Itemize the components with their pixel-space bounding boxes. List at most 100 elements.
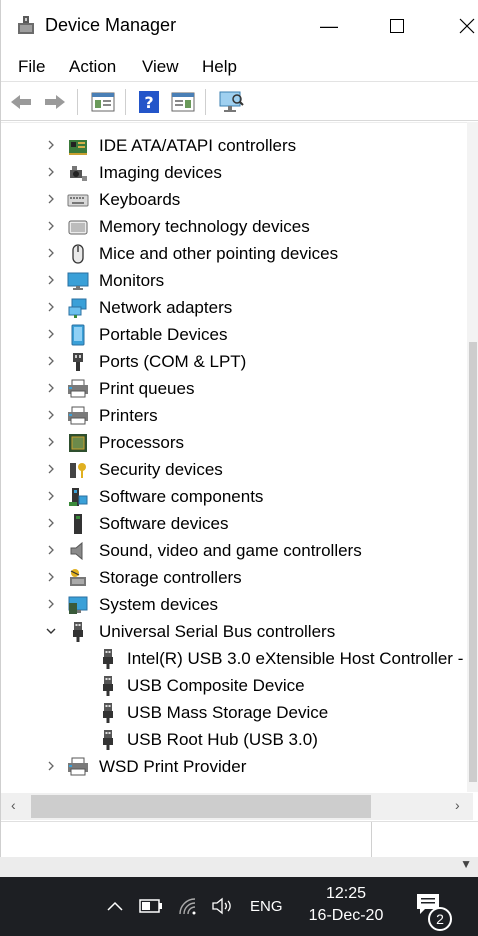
print-queue-icon bbox=[67, 378, 89, 400]
tree-category-item[interactable]: WSD Print Provider bbox=[1, 753, 471, 780]
clock-time: 12:25 bbox=[325, 885, 367, 902]
tree-item-label: USB Mass Storage Device bbox=[127, 703, 329, 722]
forward-arrow-icon bbox=[45, 95, 65, 109]
expand-chevron-icon[interactable] bbox=[45, 596, 57, 612]
expand-chevron-icon[interactable] bbox=[45, 434, 57, 450]
expand-chevron-icon[interactable] bbox=[45, 272, 57, 288]
close-button[interactable] bbox=[437, 0, 478, 52]
tree-device-item[interactable]: USB Mass Storage Device bbox=[1, 699, 471, 726]
tree-item-label: Universal Serial Bus controllers bbox=[99, 622, 336, 641]
vertical-scrollbar[interactable] bbox=[467, 122, 478, 792]
security-key-icon bbox=[67, 459, 89, 481]
expand-chevron-icon[interactable] bbox=[45, 299, 57, 315]
tree-category-item[interactable]: Sound, video and game controllers bbox=[1, 537, 471, 564]
maximize-icon bbox=[390, 19, 404, 33]
show-hidden-icons-button[interactable] bbox=[104, 895, 126, 917]
storage-controller-icon bbox=[67, 567, 89, 589]
tree-category-item[interactable]: Storage controllers bbox=[1, 564, 471, 591]
window-title: Device Manager bbox=[45, 15, 177, 35]
expand-chevron-icon[interactable] bbox=[45, 461, 57, 477]
expand-chevron-icon[interactable] bbox=[45, 191, 57, 207]
tree-category-item[interactable]: Keyboards bbox=[1, 186, 471, 213]
menu-bar: File Action View Help bbox=[1, 52, 478, 82]
menu-file[interactable]: File bbox=[18, 57, 45, 77]
expand-chevron-icon[interactable] bbox=[45, 164, 57, 180]
tree-item-label: WSD Print Provider bbox=[99, 757, 247, 776]
expand-chevron-icon[interactable] bbox=[45, 542, 57, 558]
horizontal-scrollbar[interactable]: ‹ › bbox=[1, 793, 473, 820]
device-manager-app-icon bbox=[18, 16, 34, 34]
tree-category-item[interactable]: Imaging devices bbox=[1, 159, 471, 186]
tree-item-label: Printers bbox=[99, 406, 158, 425]
title-bar[interactable]: Device Manager — bbox=[1, 0, 478, 52]
tree-category-item[interactable]: Print queues bbox=[1, 375, 471, 402]
tree-category-item[interactable]: Portable Devices bbox=[1, 321, 471, 348]
usb-plug-icon bbox=[97, 729, 119, 751]
scroll-down-icon[interactable]: ▼ bbox=[460, 857, 472, 871]
tree-category-item[interactable]: Ports (COM & LPT) bbox=[1, 348, 471, 375]
device-manager-window: Device Manager — File Action View Help ? bbox=[0, 0, 478, 858]
status-bar bbox=[1, 821, 478, 858]
menu-view[interactable]: View bbox=[142, 57, 179, 77]
speaker-volume-icon bbox=[212, 897, 231, 915]
expand-chevron-icon[interactable] bbox=[45, 326, 57, 342]
tree-device-item[interactable]: USB Composite Device bbox=[1, 672, 471, 699]
wifi-button[interactable] bbox=[176, 895, 200, 917]
back-button[interactable] bbox=[7, 89, 35, 115]
tree-category-item[interactable]: Network adapters bbox=[1, 294, 471, 321]
expand-chevron-icon[interactable] bbox=[45, 218, 57, 234]
toolbar-separator bbox=[77, 89, 78, 115]
scroll-right-icon[interactable]: › bbox=[455, 797, 460, 813]
properties-button[interactable] bbox=[89, 89, 117, 115]
tree-category-item[interactable]: Processors bbox=[1, 429, 471, 456]
vertical-scroll-thumb[interactable] bbox=[469, 342, 477, 782]
minimize-button[interactable]: — bbox=[299, 0, 359, 52]
tree-item-label: Ports (COM & LPT) bbox=[99, 352, 247, 371]
tree-device-item[interactable]: Intel(R) USB 3.0 eXtensible Host Control… bbox=[1, 645, 478, 672]
expand-chevron-icon[interactable] bbox=[45, 758, 57, 774]
camera-icon bbox=[67, 162, 89, 184]
help-button[interactable]: ? bbox=[135, 89, 163, 115]
device-tree[interactable]: IDE ATA/ATAPI controllers Imaging devices… bbox=[1, 122, 478, 792]
expand-chevron-icon[interactable] bbox=[45, 137, 57, 153]
expand-chevron-icon[interactable] bbox=[45, 353, 57, 369]
volume-button[interactable] bbox=[210, 895, 236, 917]
collapse-chevron-icon[interactable] bbox=[45, 623, 57, 639]
expand-chevron-icon[interactable] bbox=[45, 488, 57, 504]
tree-item-label: USB Composite Device bbox=[127, 676, 305, 695]
horizontal-scroll-thumb[interactable] bbox=[31, 795, 371, 818]
tree-category-item[interactable]: Universal Serial Bus controllers bbox=[1, 618, 471, 645]
tree-category-item[interactable]: IDE ATA/ATAPI controllers bbox=[1, 132, 471, 159]
tree-category-item[interactable]: Software devices bbox=[1, 510, 471, 537]
forward-button[interactable] bbox=[41, 89, 69, 115]
software-device-icon bbox=[67, 513, 89, 535]
tree-item-label: System devices bbox=[99, 595, 219, 614]
expand-chevron-icon[interactable] bbox=[45, 515, 57, 531]
maximize-button[interactable] bbox=[367, 0, 427, 52]
scan-hardware-button[interactable] bbox=[217, 89, 245, 115]
tree-device-item[interactable]: USB Root Hub (USB 3.0) bbox=[1, 726, 471, 753]
tree-item-label: Keyboards bbox=[99, 190, 181, 209]
input-language-indicator[interactable]: ENG bbox=[250, 898, 283, 915]
clock[interactable]: 12:25 16-Dec-20 bbox=[300, 883, 392, 927]
update-driver-button[interactable] bbox=[169, 89, 197, 115]
scroll-left-icon[interactable]: ‹ bbox=[11, 797, 16, 813]
processor-icon bbox=[67, 432, 89, 454]
update-driver-panel-icon bbox=[171, 92, 195, 112]
tree-category-item[interactable]: Memory technology devices bbox=[1, 213, 471, 240]
battery-button[interactable] bbox=[138, 895, 164, 917]
tree-category-item[interactable]: Mice and other pointing devices bbox=[1, 240, 471, 267]
tree-category-item[interactable]: Monitors bbox=[1, 267, 471, 294]
tree-item-label: IDE ATA/ATAPI controllers bbox=[99, 136, 297, 155]
menu-help[interactable]: Help bbox=[202, 57, 237, 77]
expand-chevron-icon[interactable] bbox=[45, 569, 57, 585]
menu-action[interactable]: Action bbox=[69, 57, 116, 77]
ide-controller-icon bbox=[67, 135, 89, 157]
tree-category-item[interactable]: Printers bbox=[1, 402, 471, 429]
tree-category-item[interactable]: System devices bbox=[1, 591, 471, 618]
tree-category-item[interactable]: Security devices bbox=[1, 456, 471, 483]
expand-chevron-icon[interactable] bbox=[45, 245, 57, 261]
tree-category-item[interactable]: Software components bbox=[1, 483, 471, 510]
expand-chevron-icon[interactable] bbox=[45, 380, 57, 396]
expand-chevron-icon[interactable] bbox=[45, 407, 57, 423]
